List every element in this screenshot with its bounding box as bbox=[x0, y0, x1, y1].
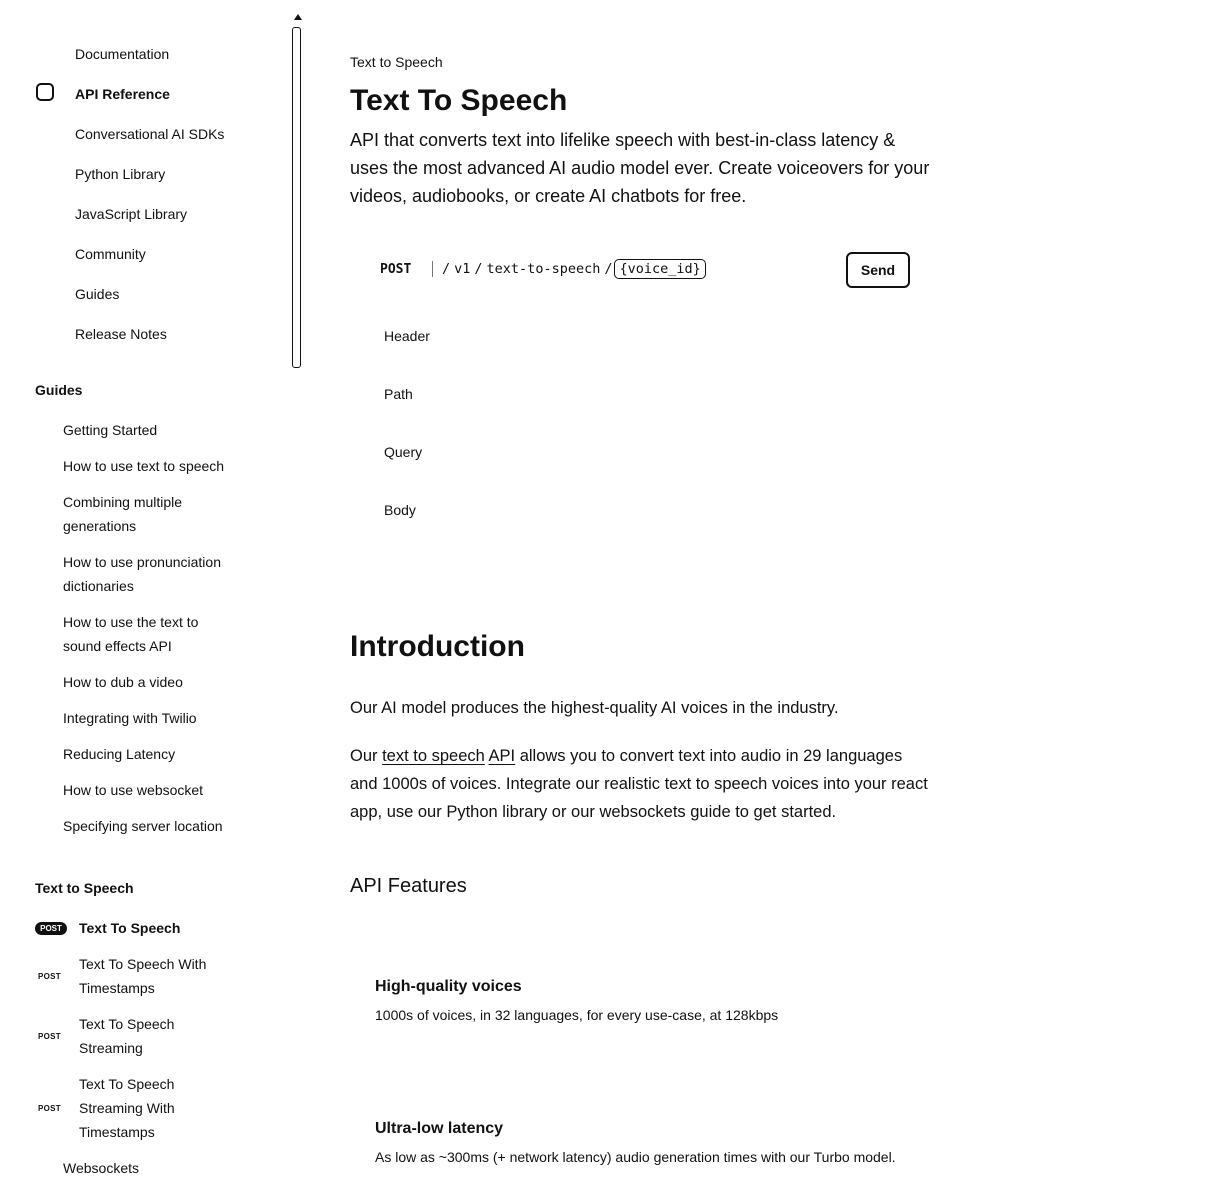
intro-text: Our bbox=[350, 747, 383, 765]
sidebar-item-dub-video[interactable]: How to dub a video bbox=[63, 670, 253, 694]
guides-section-heading: Guides bbox=[35, 382, 83, 398]
nav-python-library[interactable]: Python Library bbox=[75, 166, 165, 182]
post-method-badge: POST bbox=[35, 922, 67, 935]
path-param-voice-id[interactable]: {voice_id} bbox=[614, 259, 706, 279]
post-method-badge: POST bbox=[38, 1032, 61, 1041]
page-title: Text To Speech bbox=[350, 84, 568, 117]
sidebar: Documentation API Reference Conversation… bbox=[0, 0, 310, 1184]
feature-title: Ultra-low latency bbox=[375, 1120, 504, 1137]
feature-description: As low as ~300ms (+ network latency) aud… bbox=[375, 1149, 896, 1165]
sidebar-item-sound-effects[interactable]: How to use the text to sound effects API bbox=[63, 610, 223, 658]
sidebar-item-combining-generations[interactable]: Combining multiple generations bbox=[63, 490, 213, 538]
post-method-badge: POST bbox=[38, 972, 61, 981]
scroll-up-arrow-icon[interactable] bbox=[294, 14, 302, 20]
path-separator: / bbox=[474, 261, 483, 277]
nav-conversational-ai-sdks[interactable]: Conversational AI SDKs bbox=[75, 126, 224, 142]
intro-paragraph-2: Our text to speech API allows you to con… bbox=[350, 742, 930, 826]
path-separator: / bbox=[604, 261, 613, 277]
nav-api-reference[interactable]: API Reference bbox=[75, 86, 170, 102]
text-to-speech-link[interactable]: text to speech bbox=[382, 747, 485, 765]
api-link[interactable]: API bbox=[489, 747, 516, 765]
params-body-section[interactable]: Body bbox=[384, 502, 416, 518]
sidebar-item-text-to-speech[interactable]: Text To Speech bbox=[79, 916, 249, 940]
nav-guides[interactable]: Guides bbox=[75, 286, 119, 302]
breadcrumb[interactable]: Text to Speech bbox=[350, 54, 443, 70]
nav-javascript-library[interactable]: JavaScript Library bbox=[75, 206, 187, 222]
path-segment: v1 bbox=[454, 261, 471, 277]
post-method-badge: POST bbox=[38, 1104, 61, 1113]
nav-community[interactable]: Community bbox=[75, 246, 146, 262]
endpoint-divider bbox=[432, 261, 433, 277]
page-description: API that converts text into lifelike spe… bbox=[350, 130, 930, 206]
sidebar-item-twilio[interactable]: Integrating with Twilio bbox=[63, 706, 253, 730]
path-separator: / bbox=[442, 261, 451, 277]
introduction-heading: Introduction bbox=[350, 630, 525, 663]
api-reference-icon bbox=[36, 83, 54, 101]
sidebar-item-getting-started[interactable]: Getting Started bbox=[63, 418, 253, 442]
sidebar-item-how-to-use-tts[interactable]: How to use text to speech bbox=[63, 454, 253, 478]
api-features-heading: API Features bbox=[350, 875, 467, 897]
intro-paragraph-1: Our AI model produces the highest-qualit… bbox=[350, 699, 839, 717]
params-path-section[interactable]: Path bbox=[384, 386, 413, 402]
endpoint-path: / v1/text-to-speech / {voice_id} bbox=[440, 259, 706, 279]
feature-description: 1000s of voices, in 32 languages, for ev… bbox=[375, 1007, 779, 1023]
send-button[interactable]: Send bbox=[846, 252, 910, 288]
params-header-section[interactable]: Header bbox=[384, 328, 430, 344]
sidebar-item-websocket[interactable]: How to use websocket bbox=[63, 778, 253, 802]
sidebar-item-tts-streaming-timestamps[interactable]: Text To Speech Streaming With Timestamps bbox=[79, 1072, 199, 1144]
nav-documentation[interactable]: Documentation bbox=[75, 46, 169, 62]
http-method: POST bbox=[380, 262, 412, 277]
path-segment: text-to-speech bbox=[486, 261, 601, 277]
scrollbar[interactable] bbox=[292, 27, 301, 368]
sidebar-item-tts-with-timestamps[interactable]: Text To Speech With Timestamps bbox=[79, 952, 229, 1000]
sidebar-item-reducing-latency[interactable]: Reducing Latency bbox=[63, 742, 253, 766]
tts-section-heading: Text to Speech bbox=[35, 880, 134, 896]
sidebar-item-server-location[interactable]: Specifying server location bbox=[63, 814, 253, 838]
sidebar-item-pronunciation-dictionaries[interactable]: How to use pronunciation dictionaries bbox=[63, 550, 243, 598]
endpoint-bar: POST / v1/text-to-speech / {voice_id} Send bbox=[380, 252, 910, 288]
params-query-section[interactable]: Query bbox=[384, 444, 422, 460]
feature-title: High-quality voices bbox=[375, 978, 522, 995]
sidebar-item-tts-streaming[interactable]: Text To Speech Streaming bbox=[79, 1012, 199, 1060]
sidebar-item-websockets[interactable]: Websockets bbox=[63, 1156, 253, 1180]
nav-release-notes[interactable]: Release Notes bbox=[75, 326, 167, 342]
